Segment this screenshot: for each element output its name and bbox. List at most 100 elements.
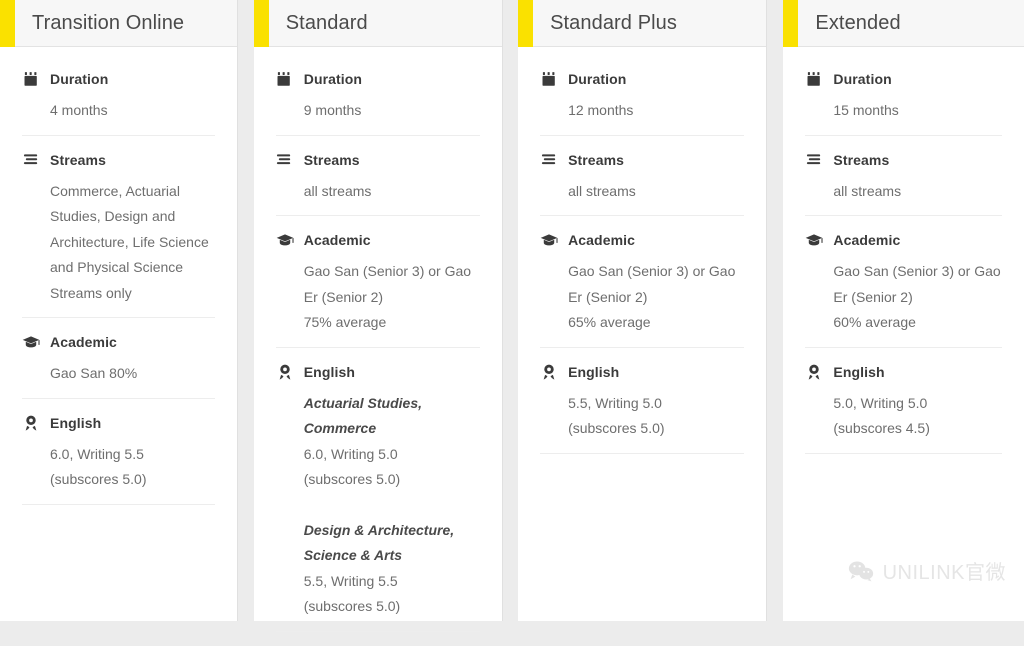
feature-block: English 5.0, Writing 5.0(subscores 4.5) [805, 362, 1002, 454]
feature-value-line: (subscores 5.0) [304, 467, 480, 493]
feature-block: English Actuarial Studies,Commerce6.0, Wr… [276, 362, 480, 632]
feature-label: Duration [833, 71, 891, 87]
streams-icon [22, 151, 40, 169]
feature-header: English [805, 362, 1002, 382]
medal-icon [22, 414, 40, 432]
feature-value-line: Studies, Design and [50, 204, 215, 230]
feature-block: Streams all streams [276, 150, 480, 217]
medal-icon [276, 363, 294, 381]
feature-values: 5.5, Writing 5.0(subscores 5.0) [540, 391, 744, 442]
feature-label: English [568, 364, 619, 380]
feature-value-line: Gao San (Senior 3) or Gao [833, 259, 1002, 285]
plan-title: Standard Plus [550, 12, 677, 35]
feature-label: Streams [304, 152, 360, 168]
feature-value-line: Architecture, Life Science [50, 230, 215, 256]
feature-value-line: (subscores 4.5) [833, 416, 1002, 442]
feature-block: Duration 9 months [276, 69, 480, 136]
plan-body: Duration 4 months Streams Commerce, Actuari… [0, 47, 237, 621]
calendar-icon [540, 70, 558, 88]
feature-value-line: 5.5, Writing 5.0 [568, 391, 744, 417]
feature-header: English [540, 362, 744, 382]
feature-header: English [22, 413, 215, 433]
streams-icon [540, 151, 558, 169]
feature-label: Academic [304, 232, 371, 248]
feature-value-line: 9 months [304, 98, 480, 124]
feature-value-line: Commerce, Actuarial [50, 179, 215, 205]
feature-values: Commerce, ActuarialStudies, Design andAr… [22, 179, 215, 307]
feature-value-line: and Physical Science [50, 255, 215, 281]
calendar-icon [22, 70, 40, 88]
feature-value-line: Science & Arts [304, 543, 480, 569]
streams-icon [805, 151, 823, 169]
feature-header: Duration [805, 69, 1002, 89]
feature-value-line: Actuarial Studies, [304, 391, 480, 417]
feature-value-line: Er (Senior 2) [304, 285, 480, 311]
feature-header: Duration [540, 69, 744, 89]
feature-block: English 5.5, Writing 5.0(subscores 5.0) [540, 362, 744, 454]
feature-value-line: 4 months [50, 98, 215, 124]
medal-icon [540, 363, 558, 381]
feature-value-line: Gao San 80% [50, 361, 215, 387]
feature-header: Streams [22, 150, 215, 170]
feature-values: all streams [540, 179, 744, 205]
plan-body: Duration 12 months Streams all streams Acade… [518, 47, 766, 621]
feature-value-line: all streams [304, 179, 480, 205]
feature-values: 12 months [540, 98, 744, 124]
feature-header: Streams [805, 150, 1002, 170]
feature-values: 9 months [276, 98, 480, 124]
feature-header: English [276, 362, 480, 382]
feature-value-line: 5.0, Writing 5.0 [833, 391, 1002, 417]
feature-label: Streams [568, 152, 624, 168]
feature-value-line: 15 months [833, 98, 1002, 124]
calendar-icon [276, 70, 294, 88]
plan-column: Standard Plus Duration 12 months Streams all… [518, 0, 767, 621]
feature-label: Academic [568, 232, 635, 248]
feature-values: Gao San (Senior 3) or GaoEr (Senior 2)65… [540, 259, 744, 336]
plan-header: Standard Plus [518, 0, 766, 47]
calendar-icon [805, 70, 823, 88]
accent-bar [0, 0, 15, 47]
feature-header: Streams [276, 150, 480, 170]
feature-value-line: Gao San (Senior 3) or Gao [304, 259, 480, 285]
feature-value-line: Er (Senior 2) [833, 285, 1002, 311]
feature-block: English 6.0, Writing 5.5(subscores 5.0) [22, 413, 215, 505]
feature-values: all streams [805, 179, 1002, 205]
feature-values: Gao San 80% [22, 361, 215, 387]
feature-values: 5.0, Writing 5.0(subscores 4.5) [805, 391, 1002, 442]
feature-block: Academic Gao San (Senior 3) or GaoEr (Sen… [540, 230, 744, 348]
plan-column: Standard Duration 9 months Streams all strea… [254, 0, 503, 621]
feature-values: all streams [276, 179, 480, 205]
feature-label: English [833, 364, 884, 380]
feature-values: Gao San (Senior 3) or GaoEr (Senior 2)60… [805, 259, 1002, 336]
plan-body: Duration 9 months Streams all streams Academ… [254, 47, 502, 646]
feature-header: Academic [805, 230, 1002, 250]
feature-values: Actuarial Studies,Commerce6.0, Writing 5… [276, 391, 480, 620]
accent-bar [518, 0, 533, 47]
plan-title: Standard [286, 12, 368, 35]
feature-block: Streams Commerce, ActuarialStudies, Desig… [22, 150, 215, 319]
plan-header: Standard [254, 0, 502, 47]
feature-label: Duration [50, 71, 108, 87]
feature-block: Academic Gao San 80% [22, 332, 215, 399]
feature-block: Streams all streams [805, 150, 1002, 217]
feature-block: Academic Gao San (Senior 3) or GaoEr (Sen… [276, 230, 480, 348]
feature-header: Streams [540, 150, 744, 170]
accent-bar [783, 0, 798, 47]
graduation-cap-icon [22, 333, 40, 351]
feature-label: Duration [304, 71, 362, 87]
feature-value-line: Gao San (Senior 3) or Gao [568, 259, 744, 285]
feature-value-line: 65% average [568, 310, 744, 336]
feature-values: Gao San (Senior 3) or GaoEr (Senior 2)75… [276, 259, 480, 336]
feature-value-line: (subscores 5.0) [304, 594, 480, 620]
feature-value-line: Commerce [304, 416, 480, 442]
feature-block: Streams all streams [540, 150, 744, 217]
feature-label: Streams [833, 152, 889, 168]
feature-values: 6.0, Writing 5.5(subscores 5.0) [22, 442, 215, 493]
feature-block: Duration 15 months [805, 69, 1002, 136]
feature-value-line: 6.0, Writing 5.0 [304, 442, 480, 468]
plan-header: Transition Online [0, 0, 237, 47]
feature-header: Academic [22, 332, 215, 352]
feature-header: Academic [276, 230, 480, 250]
feature-value-line: all streams [833, 179, 1002, 205]
graduation-cap-icon [276, 231, 294, 249]
